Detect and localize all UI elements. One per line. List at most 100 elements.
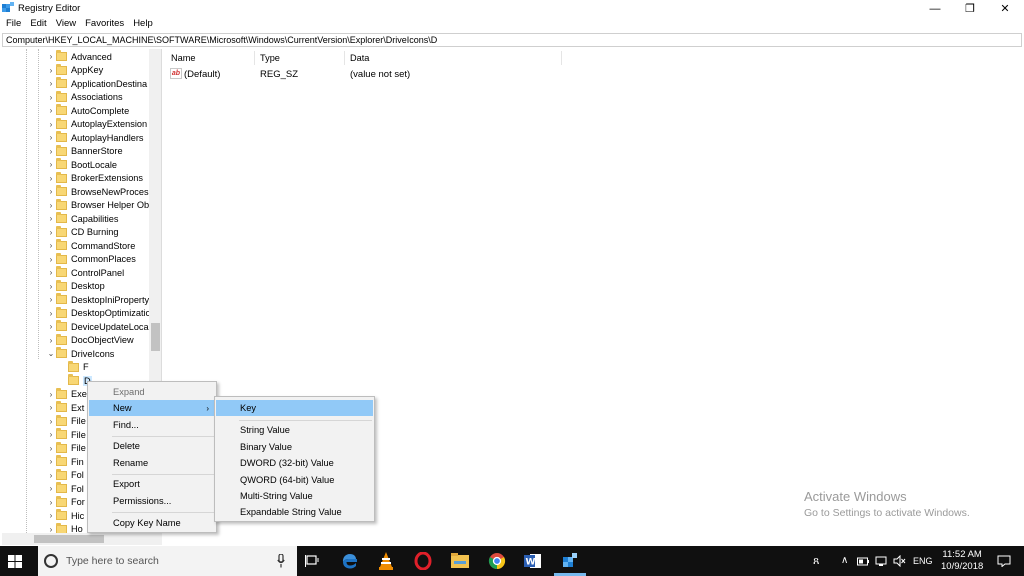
tree-item[interactable]: › CD Burning (46, 225, 119, 239)
microphone-icon[interactable] (277, 554, 285, 568)
menu-new-qword-value[interactable]: QWORD (64-bit) Value (216, 472, 373, 488)
tree-item[interactable]: › Fol (46, 468, 84, 482)
collapsed-chevron-icon[interactable]: › (46, 511, 56, 520)
tree-item[interactable]: › Associations (46, 90, 123, 104)
menu-view[interactable]: View (52, 17, 81, 31)
tree-item[interactable]: › Exe (46, 387, 87, 401)
menu-new-dword-value[interactable]: DWORD (32-bit) Value (216, 455, 373, 471)
collapsed-chevron-icon[interactable]: › (46, 484, 56, 493)
tree-item[interactable]: › AutoplayHandlers (46, 131, 144, 144)
menu-export[interactable]: Export (89, 476, 215, 492)
volume-muted-icon[interactable] (893, 555, 906, 567)
tree-item[interactable]: › AutoplayExtension (46, 117, 147, 131)
menu-copy-key-name[interactable]: Copy Key Name (89, 515, 215, 531)
menu-find[interactable]: Find... (89, 417, 215, 433)
tree-item[interactable]: › AutoComplete (46, 104, 129, 117)
tree-item[interactable]: › DesktopIniProperty (46, 293, 149, 306)
menu-file[interactable]: File (2, 17, 26, 31)
collapsed-chevron-icon[interactable]: › (46, 214, 56, 223)
tree-item[interactable]: › Advanced (46, 50, 112, 63)
collapsed-chevron-icon[interactable]: › (46, 133, 56, 142)
menu-new-key[interactable]: Key (216, 400, 373, 416)
menu-new-string-value[interactable]: String Value (216, 422, 373, 438)
tree-item[interactable]: › BootLocale (46, 158, 117, 171)
collapsed-chevron-icon[interactable]: › (46, 457, 56, 466)
collapsed-chevron-icon[interactable]: › (46, 93, 56, 102)
menu-new-binary-value[interactable]: Binary Value (216, 439, 373, 455)
tree-item[interactable]: › BannerStore (46, 144, 123, 158)
tree-item[interactable]: ⌄ DriveIcons (46, 347, 114, 360)
collapsed-chevron-icon[interactable]: › (46, 390, 56, 399)
edge-browser-icon[interactable] (340, 551, 360, 571)
tree-item[interactable]: › Capabilities (46, 212, 119, 225)
network-icon[interactable] (875, 555, 887, 567)
value-row[interactable]: ab (Default) REG_SZ (value not set) (166, 68, 566, 82)
menu-expand[interactable]: Expand (89, 384, 215, 400)
tree-item[interactable]: › File (46, 428, 86, 441)
collapsed-chevron-icon[interactable]: › (46, 255, 56, 264)
collapsed-chevron-icon[interactable]: › (46, 79, 56, 88)
collapsed-chevron-icon[interactable]: › (46, 403, 56, 412)
collapsed-chevron-icon[interactable]: › (46, 471, 56, 480)
tree-item[interactable]: › DesktopOptimizatio (46, 306, 151, 320)
tree-item[interactable]: › File (46, 414, 86, 428)
collapsed-chevron-icon[interactable]: › (46, 66, 56, 75)
collapsed-chevron-icon[interactable]: › (46, 241, 56, 250)
collapsed-chevron-icon[interactable]: › (46, 282, 56, 291)
tree-item[interactable]: F (58, 360, 89, 374)
input-language[interactable]: ENG (913, 556, 933, 566)
menu-new-expandable-string-value[interactable]: Expandable String Value (216, 504, 373, 520)
collapsed-chevron-icon[interactable]: › (46, 417, 56, 426)
chrome-icon[interactable] (487, 551, 507, 571)
tree-item[interactable]: › For (46, 495, 85, 509)
collapsed-chevron-icon[interactable]: › (46, 498, 56, 507)
column-divider[interactable] (254, 51, 255, 65)
menu-permissions[interactable]: Permissions... (89, 493, 215, 509)
tree-hscroll-thumb[interactable] (34, 535, 104, 543)
menu-favorites[interactable]: Favorites (81, 17, 129, 31)
collapsed-chevron-icon[interactable]: › (46, 174, 56, 183)
menu-delete[interactable]: Delete (89, 438, 215, 454)
tree-item[interactable]: › CommandStore (46, 239, 135, 252)
tree-item[interactable]: › ControlPanel (46, 266, 124, 279)
tree-item[interactable]: › ApplicationDestina (46, 77, 147, 90)
menu-edit[interactable]: Edit (26, 17, 51, 31)
close-button[interactable]: ✕ (988, 0, 1022, 17)
tree-item[interactable]: › AppKey (46, 63, 103, 77)
tree-item[interactable]: › CommonPlaces (46, 252, 136, 266)
column-divider[interactable] (344, 51, 345, 65)
collapsed-chevron-icon[interactable]: › (46, 52, 56, 61)
column-type[interactable]: Type (260, 53, 280, 63)
file-explorer-icon[interactable] (450, 551, 470, 571)
column-name[interactable]: Name (171, 53, 196, 63)
tree-item[interactable]: › Desktop (46, 279, 105, 293)
collapsed-chevron-icon[interactable]: › (46, 444, 56, 453)
notification-center-icon[interactable] (997, 555, 1011, 567)
collapsed-chevron-icon[interactable]: › (46, 336, 56, 345)
tree-item[interactable]: › BrowseNewProces (46, 185, 149, 198)
menu-help[interactable]: Help (129, 17, 158, 31)
tree-item[interactable]: › BrokerExtensions (46, 171, 143, 185)
battery-icon[interactable] (857, 557, 869, 566)
collapsed-chevron-icon[interactable]: › (46, 106, 56, 115)
collapsed-chevron-icon[interactable]: › (46, 322, 56, 331)
collapsed-chevron-icon[interactable]: › (46, 160, 56, 169)
tree-item[interactable]: › Fin (46, 455, 84, 468)
vlc-icon[interactable] (376, 551, 396, 571)
menu-new[interactable]: New › (89, 400, 215, 416)
collapsed-chevron-icon[interactable]: › (46, 147, 56, 156)
tree-item[interactable]: › File (46, 441, 86, 455)
column-divider[interactable] (561, 51, 562, 65)
address-bar[interactable]: Computer\HKEY_LOCAL_MACHINE\SOFTWARE\Mic… (2, 33, 1022, 47)
word-icon[interactable]: W (523, 551, 543, 571)
taskbar-search-box[interactable]: Type here to search (38, 546, 297, 576)
menu-rename[interactable]: Rename (89, 455, 215, 471)
tree-item[interactable]: › Ext (46, 401, 84, 414)
tree-item[interactable]: › Fol (46, 482, 84, 495)
tree-item[interactable]: › DocObjectView (46, 333, 134, 347)
tree-item[interactable]: › Browser Helper Ob (46, 198, 149, 212)
column-data[interactable]: Data (350, 53, 369, 63)
windows-start-icon[interactable] (8, 555, 22, 568)
tree-scroll-thumb[interactable] (151, 323, 160, 351)
opera-icon[interactable] (413, 551, 433, 571)
